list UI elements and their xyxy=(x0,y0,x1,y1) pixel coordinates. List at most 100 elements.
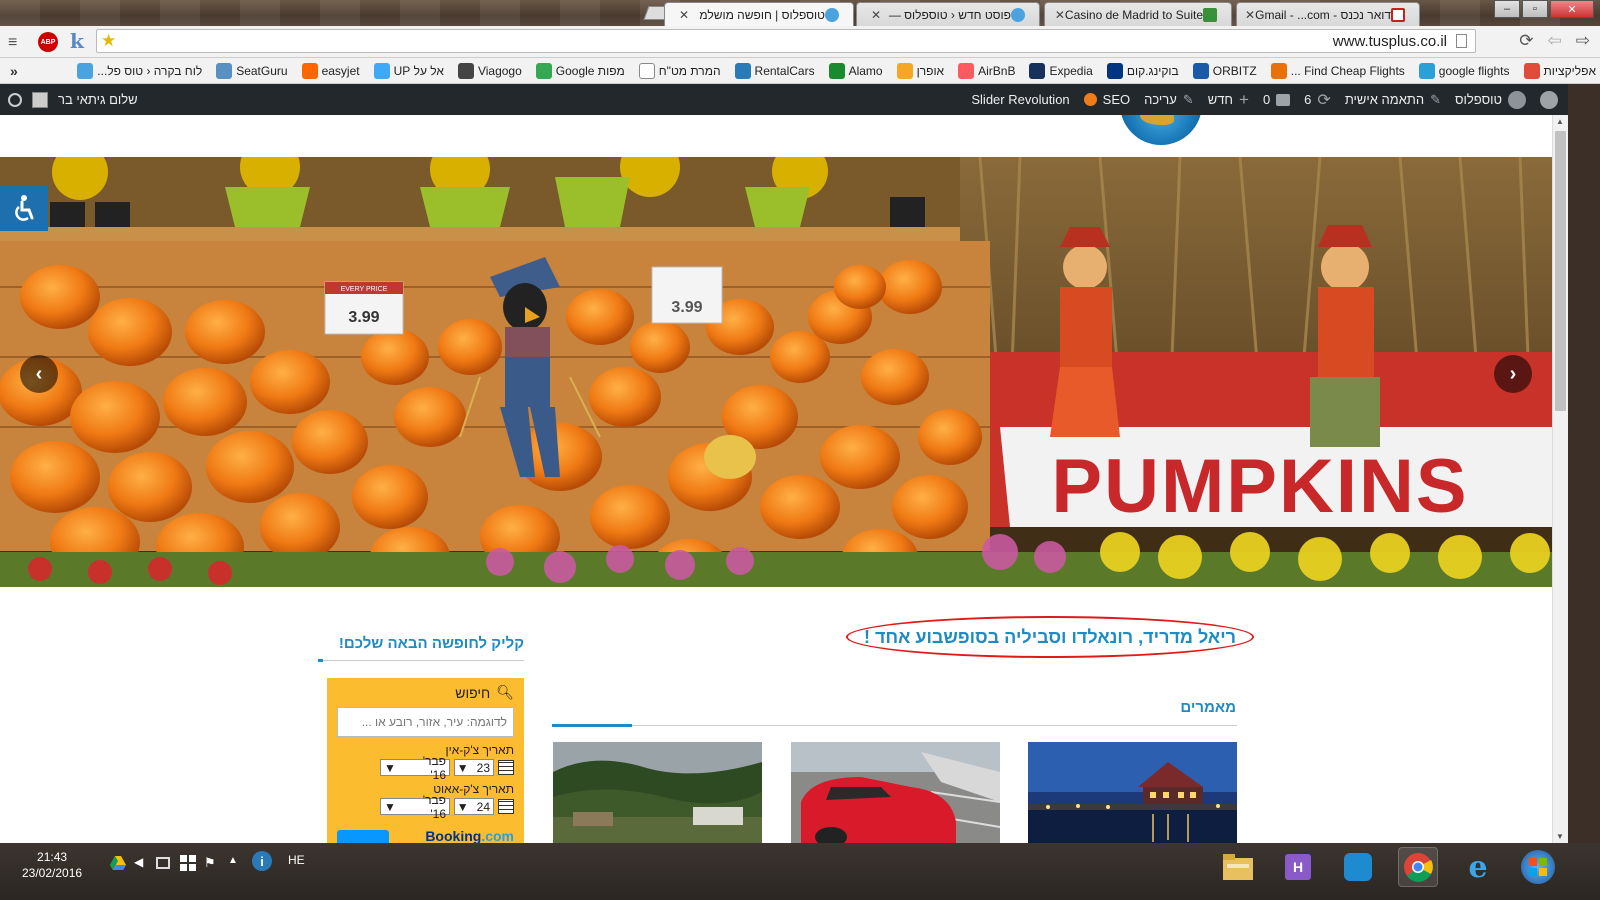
wp-site-name[interactable]: טוספלוס xyxy=(1455,90,1526,109)
internet-explorer-icon[interactable]: e xyxy=(1458,847,1498,887)
wp-updates[interactable]: ⟳ 6 xyxy=(1304,90,1331,110)
bookmark-item[interactable]: AirBnB xyxy=(958,62,1015,79)
bookmark-item[interactable]: מפות Google xyxy=(535,62,625,79)
search-icon[interactable] xyxy=(8,92,22,107)
bookmark-item[interactable]: easyjet xyxy=(301,62,360,79)
close-icon[interactable]: ✕ xyxy=(679,8,689,22)
bookmark-item[interactable]: RentalCars xyxy=(734,62,815,79)
bookmark-label: Alamo xyxy=(848,63,883,78)
accessibility-button[interactable] xyxy=(0,185,48,231)
destination-input[interactable] xyxy=(337,707,514,737)
system-clock[interactable]: 21:43 23/02/2016 xyxy=(22,849,82,881)
page-scrollbar[interactable]: ▲ ▼ xyxy=(1552,115,1568,843)
windows-icon[interactable] xyxy=(180,855,196,871)
file-explorer-icon[interactable] xyxy=(1218,847,1258,887)
bookmark-item[interactable]: אופרן xyxy=(896,62,944,79)
bookmark-item[interactable]: Expedia xyxy=(1029,62,1093,79)
bookmark-item[interactable]: SeatGuru xyxy=(216,62,288,79)
wp-comments[interactable]: 0 xyxy=(1263,92,1291,107)
language-indicator[interactable]: HE xyxy=(288,853,305,867)
flag-icon[interactable]: ⚑ xyxy=(204,855,220,871)
comment-icon xyxy=(1276,93,1291,106)
bookmark-favicon-icon xyxy=(958,62,975,79)
maps-icon xyxy=(1203,7,1217,22)
bookmark-item[interactable]: לוח בקרה ‹ טוס פל... xyxy=(77,62,202,79)
bookmark-star-icon[interactable]: ★ xyxy=(101,31,116,51)
network-icon[interactable] xyxy=(156,857,170,869)
updates-icon: ⟳ xyxy=(1317,91,1331,109)
more-bookmarks-icon[interactable]: » xyxy=(10,63,18,79)
k-extension-icon[interactable]: k xyxy=(70,29,84,53)
tab-new-post[interactable]: פוסט חדש ‹ טוספלוס — ✕ xyxy=(856,2,1040,26)
reload-icon[interactable]: ⟳ xyxy=(1519,31,1533,51)
bookmark-favicon-icon xyxy=(301,62,318,79)
bookmark-item[interactable]: בוקינג.קום xyxy=(1106,62,1179,79)
wp-seo[interactable]: SEO xyxy=(1083,92,1130,107)
close-icon[interactable]: ✕ xyxy=(871,8,881,22)
article-thumbnail[interactable] xyxy=(791,742,1000,843)
user-greeting[interactable]: שלום גיתאי בר xyxy=(58,92,138,107)
maximize-button[interactable]: ▫ xyxy=(1522,0,1548,18)
tab-tusplus[interactable]: טוספלוס | חופשה מושלמ ✕ xyxy=(664,2,854,26)
bookmark-item[interactable]: Viagogo xyxy=(457,62,522,79)
avatar[interactable] xyxy=(32,91,48,108)
calendar-icon[interactable] xyxy=(498,760,514,775)
scroll-up-icon[interactable]: ▲ xyxy=(1556,117,1564,126)
hero-slider[interactable]: EVERY PRICE 3.99 3.99 PUMPKINS ‹ › xyxy=(0,157,1552,587)
site-icon xyxy=(825,7,839,22)
menu-icon[interactable]: ≡ xyxy=(8,34,17,52)
tab-casino[interactable]: Casino de Madrid to Suite ✕ xyxy=(1044,2,1232,26)
forward-icon[interactable]: ⇨ xyxy=(1576,31,1590,51)
bookmark-item[interactable]: google flights xyxy=(1418,62,1510,79)
address-bar[interactable]: ★ www.tusplus.co.il xyxy=(96,29,1476,53)
google-drive-icon[interactable] xyxy=(110,855,126,871)
headline-link[interactable]: ריאל מדריד, רונאלדו וסביליה בסופשבוע אחד… xyxy=(846,616,1254,658)
wp-new[interactable]: + חדש xyxy=(1208,90,1249,110)
slider-next-button[interactable]: › xyxy=(1494,355,1532,393)
site-logo[interactable] xyxy=(1120,115,1202,145)
tab-title: פוסט חדש ‹ טוספלוס — xyxy=(888,7,1011,22)
article-thumbnail[interactable] xyxy=(1028,742,1237,843)
tab-gmail[interactable]: דואר נכנס - Gmail - ...com ✕ xyxy=(1236,2,1420,26)
wp-edit[interactable]: ✎ עריכה xyxy=(1144,92,1194,108)
adblock-icon[interactable]: ABP xyxy=(38,32,58,52)
volume-icon[interactable]: ◀ xyxy=(134,855,150,871)
show-hidden-icons[interactable]: ▲ xyxy=(228,855,244,871)
bookmark-item[interactable]: אפליקציות xyxy=(1523,62,1596,79)
sidebar-title[interactable]: קליק לחופשה הבאה שלכם! xyxy=(320,635,524,652)
bookmark-item[interactable]: Find Cheap Flights ... xyxy=(1270,62,1405,79)
close-icon[interactable]: ✕ xyxy=(1245,8,1255,22)
headline[interactable]: ריאל מדריד, רונאלדו וסביליה בסופשבוע אחד… xyxy=(864,627,1236,648)
app-h-icon[interactable]: H xyxy=(1278,847,1318,887)
close-window-button[interactable]: ✕ xyxy=(1550,0,1594,18)
back-icon[interactable]: ⇦ xyxy=(1548,31,1562,51)
checkout-day-select[interactable]: 24 ▼ xyxy=(454,798,494,815)
wp-slider-revolution[interactable]: Slider Revolution xyxy=(971,92,1069,107)
close-icon[interactable]: ✕ xyxy=(1055,8,1065,22)
bookmark-item[interactable]: אל על UP xyxy=(373,62,444,79)
wp-logo[interactable] xyxy=(1540,90,1558,109)
checkin-month-select[interactable]: פבר' 16' ▼ xyxy=(380,754,450,782)
scrollbar-thumb[interactable] xyxy=(1555,131,1566,411)
page-icon[interactable] xyxy=(1456,34,1467,48)
slider-prev-button[interactable]: ‹ xyxy=(20,355,58,393)
bookmark-item[interactable]: Alamo xyxy=(828,62,883,79)
url-text[interactable]: www.tusplus.co.il xyxy=(1333,33,1447,50)
info-icon[interactable]: i xyxy=(252,851,272,871)
checkout-month-select[interactable]: פבר' 16' ▼ xyxy=(380,793,450,821)
minimize-button[interactable]: – xyxy=(1494,0,1520,18)
start-button-icon[interactable] xyxy=(1518,847,1558,887)
bookmark-item[interactable]: המרת מט"ח xyxy=(638,62,721,79)
app-s-icon[interactable] xyxy=(1338,847,1378,887)
article-thumbnail[interactable] xyxy=(553,742,762,843)
booking-search-button[interactable] xyxy=(337,830,389,843)
checkin-day-select[interactable]: 23 ▼ xyxy=(454,759,494,776)
chrome-icon[interactable] xyxy=(1398,847,1438,887)
tab-title: Casino de Madrid to Suite xyxy=(1064,7,1203,22)
price-tag-2: 3.99 xyxy=(671,299,702,316)
scroll-down-icon[interactable]: ▼ xyxy=(1556,832,1564,841)
bookmark-favicon-icon xyxy=(734,62,751,79)
calendar-icon[interactable] xyxy=(498,799,514,814)
wp-customize[interactable]: ✎ התאמה אישית xyxy=(1345,92,1441,108)
bookmark-item[interactable]: ORBITZ xyxy=(1192,62,1257,79)
